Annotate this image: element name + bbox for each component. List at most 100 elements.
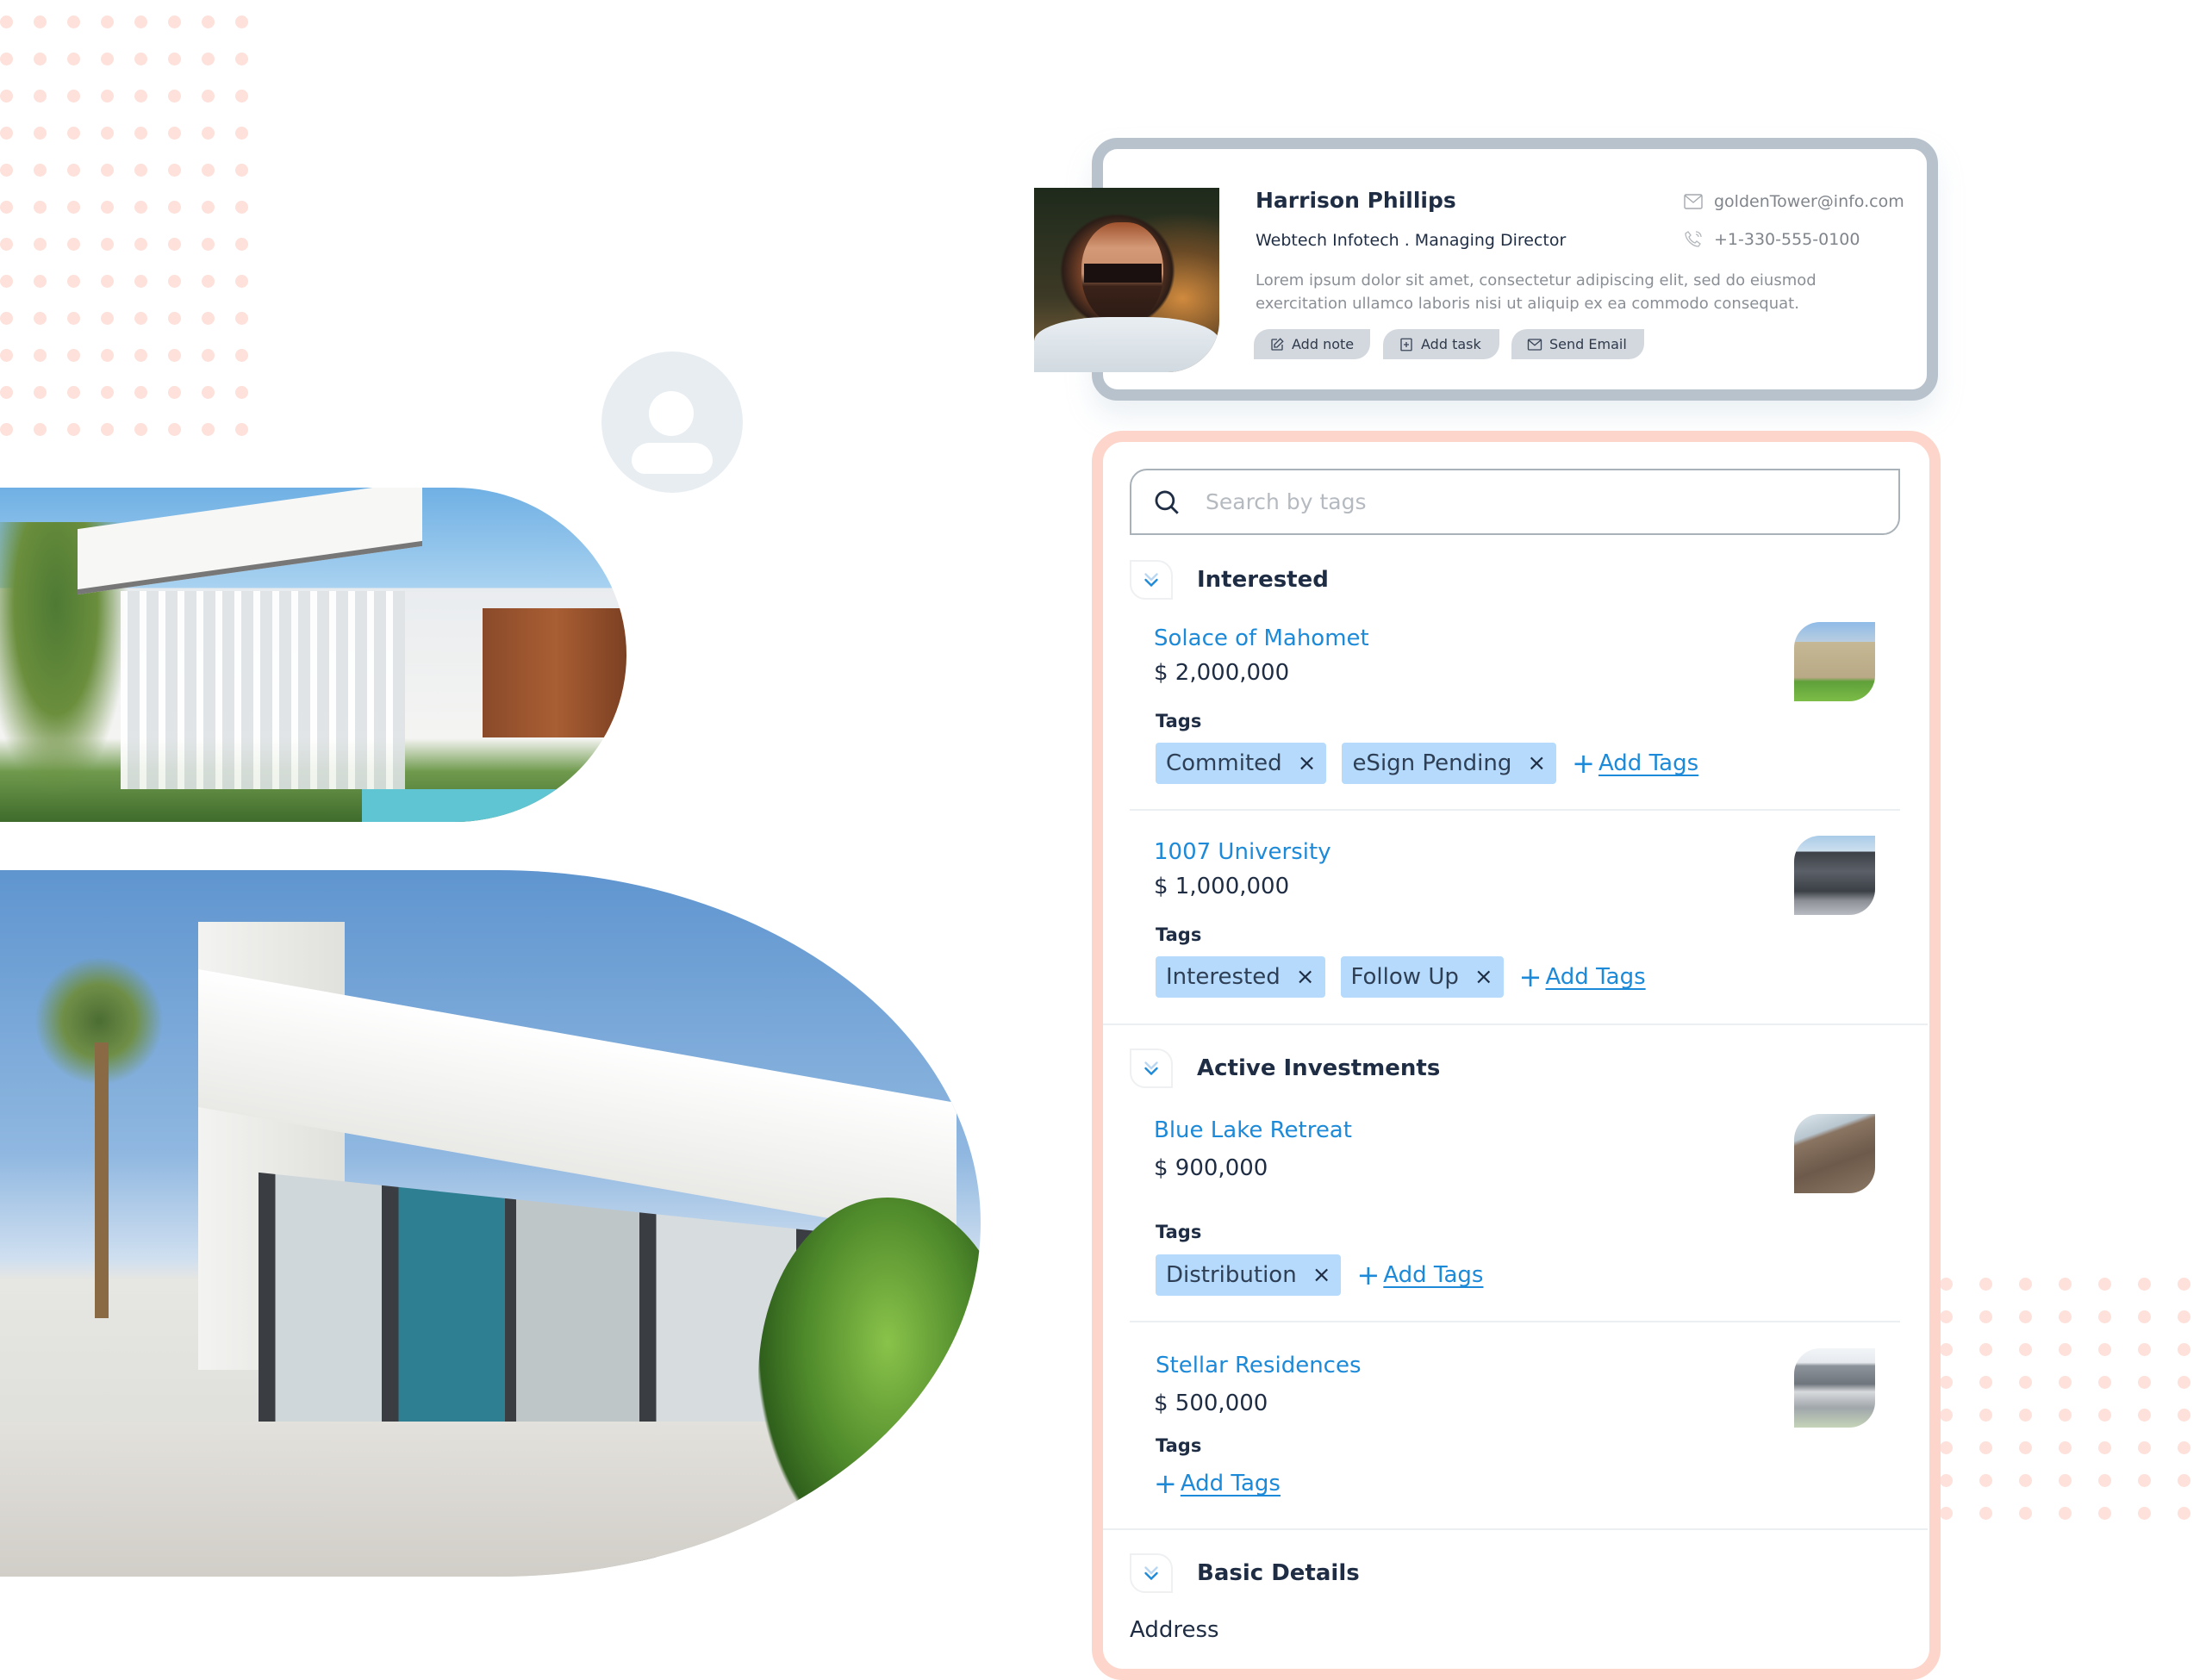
section-header-interested[interactable]: Interested: [1130, 560, 1329, 600]
add-task-button[interactable]: Add task: [1383, 329, 1499, 359]
add-tags-link[interactable]: + Add Tags: [1519, 963, 1646, 991]
tags-label: Tags: [1156, 924, 1202, 945]
decorative-dot: [2098, 1343, 2111, 1356]
shirt: [1034, 317, 1219, 372]
decorative-dot: [134, 386, 147, 399]
decorative-dot: [2138, 1441, 2151, 1454]
add-tags-link[interactable]: + Add Tags: [1572, 750, 1698, 777]
tag-chip: Distribution ×: [1156, 1254, 1342, 1296]
decorative-dot: [202, 238, 215, 251]
remove-tag-icon[interactable]: ×: [1474, 966, 1493, 988]
pool: [362, 789, 586, 822]
remove-tag-icon[interactable]: ×: [1298, 752, 1317, 775]
user-body-shape: [632, 443, 713, 474]
decorative-dot: [235, 238, 248, 251]
decorative-dot: [101, 312, 114, 325]
decorative-dot: [67, 423, 80, 436]
add-tags-link[interactable]: + Add Tags: [1356, 1261, 1483, 1289]
property-thumbnail[interactable]: [1794, 1348, 1875, 1428]
decorative-dot: [1940, 1376, 1953, 1389]
decorative-dot: [67, 238, 80, 251]
decorative-dot: [34, 386, 47, 399]
decorative-dot: [0, 423, 13, 436]
decorative-dot: [1940, 1343, 1953, 1356]
decorative-dot: [67, 312, 80, 325]
section-title: Basic Details: [1197, 1560, 1360, 1586]
property-thumbnail[interactable]: [1794, 836, 1875, 915]
decorative-dot: [34, 53, 47, 65]
decorative-dot: [2059, 1409, 2072, 1422]
remove-tag-icon[interactable]: ×: [1527, 752, 1546, 775]
decorative-dot: [34, 275, 47, 288]
decorative-dot: [34, 238, 47, 251]
user-placeholder-icon: [601, 352, 743, 493]
decorative-dot: [2059, 1441, 2072, 1454]
property-price: $ 1,000,000: [1154, 874, 1290, 899]
send-email-label: Send Email: [1549, 336, 1627, 352]
decorative-dot: [202, 386, 215, 399]
decorative-dot: [34, 90, 47, 103]
search-by-tags-field[interactable]: [1130, 469, 1900, 535]
decorative-dot: [168, 349, 181, 362]
decorative-dot: [202, 312, 215, 325]
decorative-dot: [235, 312, 248, 325]
contact-email[interactable]: goldenTower@info.com: [1683, 191, 1904, 212]
decorative-dot: [34, 16, 47, 28]
decorative-dot: [0, 386, 13, 399]
section-header-basic-details[interactable]: Basic Details: [1130, 1553, 1360, 1593]
decorative-dot: [67, 349, 80, 362]
decorative-dot: [101, 164, 114, 177]
remove-tag-icon[interactable]: ×: [1312, 1264, 1331, 1286]
property-thumbnail[interactable]: [1794, 1114, 1875, 1193]
decorative-dot: [0, 349, 13, 362]
decorative-dot: [101, 53, 114, 65]
send-email-button[interactable]: Send Email: [1511, 329, 1644, 359]
property-name-link[interactable]: 1007 University: [1154, 839, 1331, 865]
property-name-link[interactable]: Blue Lake Retreat: [1154, 1117, 1352, 1143]
decorative-dot: [2138, 1409, 2151, 1422]
decorative-dot: [1940, 1474, 1953, 1487]
decorative-dot: [2019, 1376, 2032, 1389]
contact-phone-text[interactable]: +1-330-555-0100: [1714, 230, 1860, 249]
decorative-dot: [202, 16, 215, 28]
decorative-dot: [1940, 1441, 1953, 1454]
decorative-dot: [34, 201, 47, 214]
collapse-toggle-button[interactable]: [1130, 1553, 1173, 1593]
phone-icon: [1685, 231, 1702, 247]
remove-tag-icon[interactable]: ×: [1296, 966, 1315, 988]
section-header-active-investments[interactable]: Active Investments: [1130, 1048, 1440, 1088]
decorative-dot: [0, 127, 13, 140]
palm-trunk: [95, 1042, 109, 1318]
property-thumbnail[interactable]: [1794, 622, 1875, 701]
decorative-dot: [67, 53, 80, 65]
contact-phone[interactable]: +1-330-555-0100: [1683, 229, 1860, 250]
decorative-dot: [0, 201, 13, 214]
plus-icon: +: [1356, 1259, 1380, 1291]
search-icon: [1155, 490, 1179, 514]
decorative-dot: [1979, 1376, 1992, 1389]
decorative-dot: [202, 275, 215, 288]
section-title: Active Investments: [1197, 1055, 1441, 1081]
chevron-double-down-icon: [1144, 1566, 1158, 1581]
decorative-dot: [2178, 1310, 2190, 1323]
property-name-link[interactable]: Solace of Mahomet: [1154, 625, 1369, 651]
add-tags-label: Add Tags: [1598, 750, 1699, 776]
decorative-dot: [101, 349, 114, 362]
tag-label: Distribution: [1166, 1262, 1297, 1288]
decorative-dot: [168, 164, 181, 177]
tag-list: Interested × Follow Up × + Add Tags: [1156, 956, 1646, 998]
collapse-toggle-button[interactable]: [1130, 1048, 1173, 1088]
decorative-dot: [2138, 1278, 2151, 1291]
contact-email-text[interactable]: goldenTower@info.com: [1714, 192, 1904, 211]
collapse-toggle-button[interactable]: [1130, 560, 1173, 600]
decorative-dot: [1940, 1310, 1953, 1323]
decorative-dot: [202, 90, 215, 103]
search-input[interactable]: [1204, 488, 1879, 515]
decorative-dot: [101, 201, 114, 214]
add-note-button[interactable]: Add note: [1254, 329, 1370, 359]
property-name-link[interactable]: Stellar Residences: [1156, 1353, 1362, 1378]
decorative-dot: [0, 275, 13, 288]
tags-label: Tags: [1156, 1222, 1202, 1242]
add-tags-link[interactable]: + Add Tags: [1154, 1470, 1281, 1497]
decorative-dot: [2019, 1310, 2032, 1323]
